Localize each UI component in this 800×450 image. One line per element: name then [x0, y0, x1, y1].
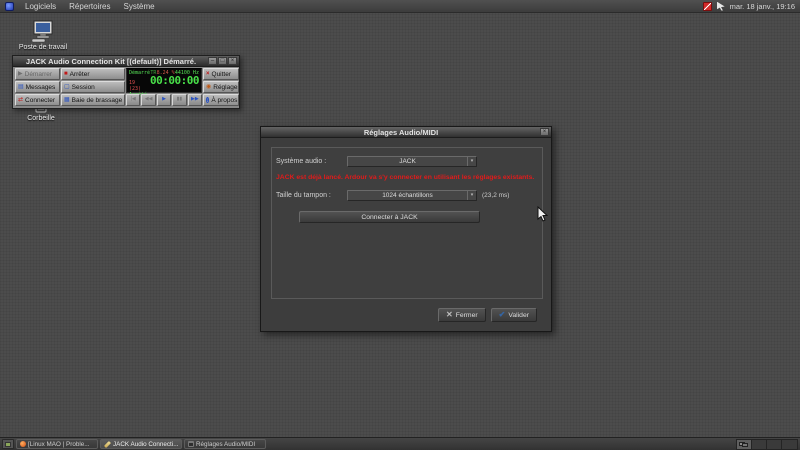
- session-icon: ▢: [64, 84, 70, 90]
- forward-icon[interactable]: ▶▶: [188, 94, 202, 106]
- workspace-2[interactable]: [752, 440, 767, 449]
- task-label: [Linux MAO | Proble...: [28, 441, 89, 448]
- minimize-icon[interactable]: –: [208, 57, 217, 65]
- browser-icon: [20, 441, 26, 447]
- connect-icon: ⇄: [18, 97, 23, 103]
- pause-icon[interactable]: ▮▮: [172, 94, 186, 106]
- window-icon: [188, 441, 194, 447]
- buffer-size-value: 1024 échantillons: [348, 192, 467, 199]
- info-icon: i: [206, 97, 209, 103]
- close-icon[interactable]: ×: [540, 128, 549, 136]
- audio-system-value: JACK: [348, 158, 467, 165]
- qjackctl-title: JACK Audio Connection Kit [(default)] Dé…: [15, 57, 207, 66]
- connect-to-jack-label: Connecter à JACK: [361, 214, 417, 221]
- x-icon: ✕: [446, 311, 453, 319]
- patchbay-icon: ▦: [64, 97, 70, 103]
- start-button[interactable]: ▶ Démarrer: [15, 68, 60, 80]
- rewind-icon[interactable]: ◀◀: [141, 94, 155, 106]
- panel-tray: mar. 18 janv., 19:16: [703, 2, 795, 11]
- status-display[interactable]: Démarré TR 8.24 % 44100 Hz 19 (23) 00:00…: [126, 68, 202, 93]
- task-label: Réglages Audio/MIDI: [196, 441, 255, 448]
- dialog-title: Réglages Audio/MIDI: [263, 128, 539, 137]
- settings-icon: ◉: [206, 84, 211, 90]
- session-label: Session: [72, 84, 95, 91]
- connect-to-jack-button[interactable]: Connecter à JACK: [299, 211, 480, 223]
- play-icon: ▶: [18, 71, 23, 77]
- patchbay-label: Baie de brassage: [72, 97, 123, 104]
- tray-pointer-icon[interactable]: [717, 2, 725, 11]
- audio-midi-settings-dialog: Réglages Audio/MIDI × Système audio : JA…: [260, 126, 552, 332]
- workspace-4[interactable]: [782, 440, 797, 449]
- desktop-icon-computer[interactable]: Poste de travail: [12, 20, 74, 51]
- transport-controls: |◀ ◀◀ ▶ ▮▮ ▶▶: [126, 94, 202, 106]
- ok-icon: ✔: [499, 311, 506, 319]
- desktop-icon-label: Poste de travail: [19, 44, 67, 51]
- taskbar: [Linux MAO | Proble... JACK Audio Connec…: [0, 437, 800, 450]
- apply-label: Valider: [508, 312, 529, 319]
- audio-system-label: Système audio :: [276, 158, 326, 165]
- menu-systeme[interactable]: Système: [122, 0, 157, 13]
- connect-label: Connecter: [25, 97, 55, 104]
- workspace-1[interactable]: [737, 440, 752, 449]
- close-icon[interactable]: ×: [228, 57, 237, 65]
- qjackctl-window: JACK Audio Connection Kit [(default)] Dé…: [12, 55, 240, 109]
- about-label: À propos...: [211, 97, 239, 104]
- close-label: Fermer: [456, 312, 478, 319]
- apply-button[interactable]: ✔ Valider: [491, 308, 537, 322]
- desktop: Logiciels Répertoires Système mar. 18 ja…: [0, 0, 800, 450]
- settings-button[interactable]: ◉ Réglages...: [203, 81, 239, 93]
- show-desktop-button[interactable]: [2, 439, 14, 449]
- messages-button[interactable]: ▤ Messages: [15, 81, 60, 93]
- chevron-down-icon: ▾: [467, 157, 476, 166]
- menu-logiciels[interactable]: Logiciels: [23, 0, 58, 13]
- desktop-icon-label: Corbeille: [27, 115, 55, 122]
- buffer-size-select[interactable]: 1024 échantillons ▾: [347, 190, 477, 201]
- stop-label: Arrêter: [70, 71, 90, 78]
- jack-running-warning: JACK est déjà lancé. Ardour va s'y conne…: [276, 174, 536, 181]
- session-button[interactable]: ▢ Session: [61, 81, 125, 93]
- start-label: Démarrer: [25, 71, 52, 78]
- stop-button[interactable]: ■ Arrêter: [61, 68, 125, 80]
- task-settings-dialog[interactable]: Réglages Audio/MIDI: [184, 439, 266, 449]
- messages-icon: ▤: [18, 84, 24, 90]
- maximize-icon[interactable]: □: [218, 57, 227, 65]
- workspace-switcher: [736, 439, 798, 450]
- messages-label: Messages: [26, 84, 56, 91]
- task-label: JACK Audio Connecti...: [113, 441, 178, 448]
- top-panel: Logiciels Répertoires Système mar. 18 ja…: [0, 0, 800, 13]
- computer-icon: [30, 20, 56, 43]
- connect-button[interactable]: ⇄ Connecter: [15, 94, 60, 106]
- mouse-cursor: [537, 206, 548, 222]
- settings-label: Réglages...: [213, 84, 239, 91]
- pencil-icon: [104, 440, 111, 447]
- dialog-actions: ✕ Fermer ✔ Valider: [438, 308, 537, 322]
- audio-system-select[interactable]: JACK ▾: [347, 156, 477, 167]
- clock[interactable]: mar. 18 janv., 19:16: [730, 2, 795, 11]
- latency-value: (23,2 ms): [482, 192, 509, 199]
- task-qjackctl[interactable]: JACK Audio Connecti...: [100, 439, 182, 449]
- workspace-3[interactable]: [767, 440, 782, 449]
- play-icon[interactable]: ▶: [157, 94, 171, 106]
- menu-repertoires[interactable]: Répertoires: [67, 0, 112, 13]
- quit-icon: ×: [206, 71, 210, 77]
- skip-back-icon[interactable]: |◀: [126, 94, 140, 106]
- qjackctl-body: ▶ Démarrer ■ Arrêter ▤ Messages ▢ Sessio…: [13, 67, 239, 108]
- close-button[interactable]: ✕ Fermer: [438, 308, 486, 322]
- show-desktop-icon: [5, 442, 11, 447]
- update-alert-icon[interactable]: [703, 2, 712, 11]
- patchbay-button[interactable]: ▦ Baie de brassage: [61, 94, 125, 106]
- settings-frame: Système audio : JACK ▾ JACK est déjà lan…: [271, 147, 543, 299]
- applications-menu-icon[interactable]: [5, 2, 14, 11]
- qjackctl-titlebar[interactable]: JACK Audio Connection Kit [(default)] Dé…: [13, 56, 239, 67]
- task-browser[interactable]: [Linux MAO | Proble...: [16, 439, 98, 449]
- xrun-count: 19 (23): [129, 80, 150, 92]
- quit-label: Quitter: [212, 71, 232, 78]
- quit-button[interactable]: × Quitter: [203, 68, 239, 80]
- chevron-down-icon: ▾: [467, 191, 476, 200]
- elapsed-time: 00:00:00: [150, 76, 199, 86]
- buffer-size-label: Taille du tampon :: [276, 192, 331, 199]
- stop-icon: ■: [64, 71, 68, 77]
- dialog-titlebar[interactable]: Réglages Audio/MIDI ×: [261, 127, 551, 138]
- about-button[interactable]: i À propos...: [203, 94, 239, 106]
